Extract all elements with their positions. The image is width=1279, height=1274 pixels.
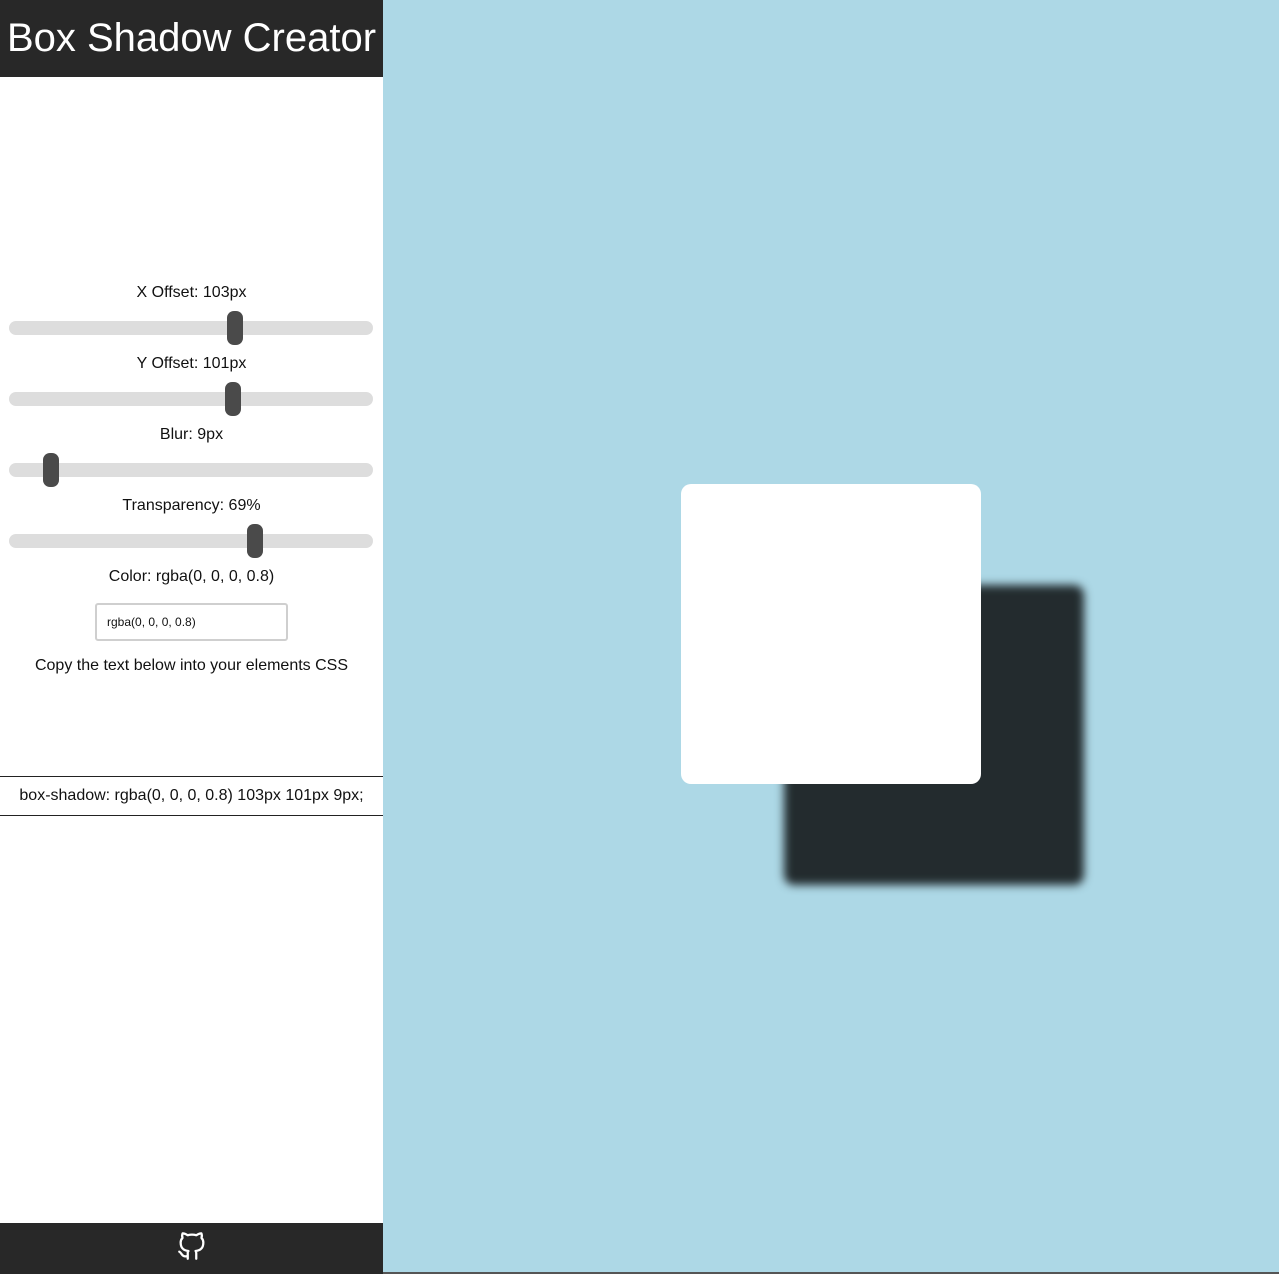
x-offset-slider-thumb[interactable] (226, 311, 243, 345)
color-label: Color: rgba(0, 0, 0, 0.8) (108, 568, 275, 585)
y-offset-slider[interactable] (9, 382, 373, 416)
page-title: Box Shadow Creator (6, 16, 377, 60)
transparency-slider[interactable] (9, 524, 373, 558)
x-offset-label: X Offset: 103px (136, 284, 247, 301)
shadow-preview-box (681, 484, 981, 784)
app-header: Box Shadow Creator (0, 0, 383, 77)
color-input[interactable] (95, 603, 288, 641)
blur-slider-thumb[interactable] (43, 453, 60, 487)
x-offset-slider[interactable] (9, 311, 373, 345)
blur-slider[interactable] (9, 453, 373, 487)
footer (0, 1223, 383, 1274)
transparency-label: Transparency: 69% (122, 497, 261, 514)
control-panel: Box Shadow Creator X Offset: 103px Y Off… (0, 0, 383, 1274)
y-offset-slider-thumb[interactable] (225, 382, 242, 416)
github-icon[interactable] (175, 1229, 209, 1268)
css-output[interactable]: box-shadow: rgba(0, 0, 0, 0.8) 103px 101… (0, 776, 383, 816)
y-offset-label: Y Offset: 101px (136, 355, 247, 372)
transparency-slider-thumb[interactable] (247, 524, 264, 558)
copy-instruction: Copy the text below into your elements C… (34, 657, 349, 674)
blur-label: Blur: 9px (159, 426, 224, 443)
